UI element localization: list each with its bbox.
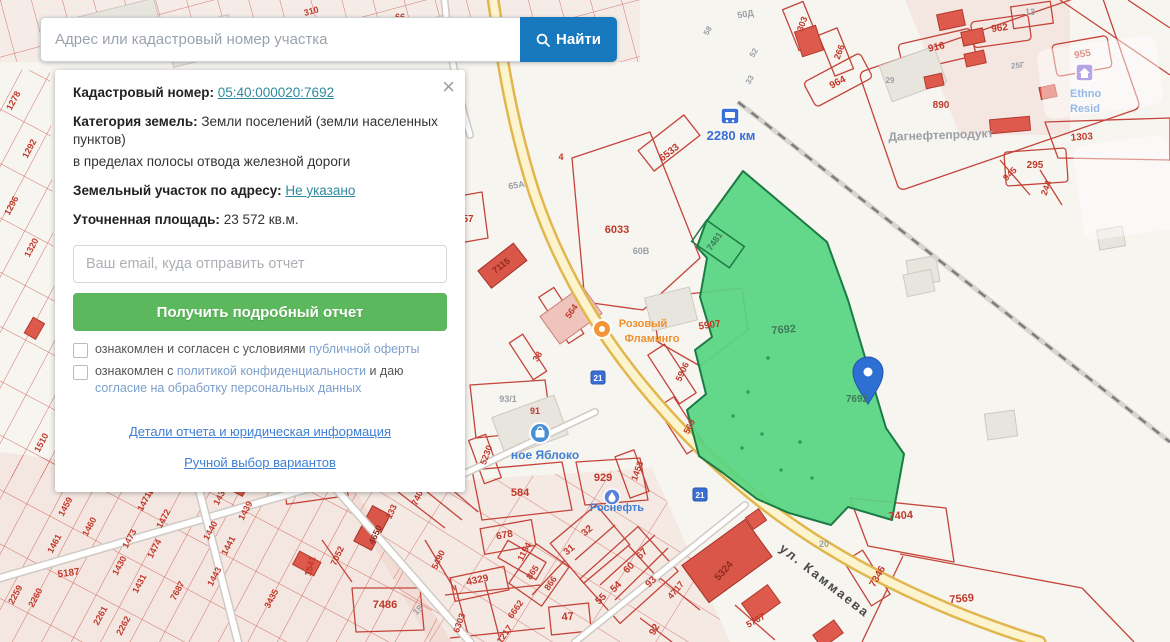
area-value: 23 572 кв.м. — [224, 212, 299, 227]
road-shield: 21 — [591, 371, 605, 384]
parcel-label: 4 — [558, 152, 563, 162]
privacy-policy-link[interactable]: политикой конфиденциальности — [177, 364, 366, 378]
watermark — [1072, 134, 1170, 241]
search-button[interactable]: Найти — [520, 17, 617, 62]
poi-label-rosneft: Роснефть — [590, 502, 644, 514]
parcel-label: 6033 — [605, 224, 629, 236]
cadastral-number-link[interactable]: 05:40:000020:7692 — [218, 85, 334, 100]
address-row: Земельный участок по адресу: Не указано — [73, 182, 447, 200]
area-label: Уточненная площадь: — [73, 212, 220, 227]
offer-consent-row: ознакомлен и согласен с условиями публич… — [73, 341, 447, 359]
address-label: Земельный участок по адресу: — [73, 183, 282, 198]
parcel-label: 13 — [1025, 7, 1035, 17]
search-input[interactable] — [40, 17, 520, 62]
email-input[interactable] — [73, 245, 447, 283]
close-icon[interactable]: × — [442, 76, 455, 98]
search-icon — [536, 33, 550, 47]
address-value-link[interactable]: Не указано — [285, 183, 355, 198]
area-row: Уточненная площадь: 23 572 кв.м. — [73, 211, 447, 229]
railway-station-icon — [721, 108, 739, 124]
personal-data-link[interactable]: согласие на обработку персональных данны… — [95, 381, 361, 395]
parcel-label: 929 — [594, 472, 612, 484]
cadastral-map-app: { "search": { "placeholder": "Адрес или … — [0, 0, 1170, 642]
parcel-label: 25Г — [1011, 60, 1026, 70]
svg-text:21: 21 — [696, 491, 705, 500]
parcel-label: 20 — [819, 539, 829, 549]
parcel-label: 60В — [633, 246, 650, 256]
parcel-label: 890 — [933, 100, 950, 111]
cadastral-number-label: Кадастровый номер: — [73, 85, 214, 100]
parcel-label: 7569 — [949, 592, 974, 606]
parcel-label: 295 — [1027, 160, 1044, 171]
public-offer-link[interactable]: публичной оферты — [309, 342, 419, 356]
cadastral-number-row: Кадастровый номер: 05:40:000020:7692 — [73, 84, 447, 102]
railway-km-label: 2280 км — [707, 128, 756, 143]
parcel-label: 93/1 — [499, 394, 517, 404]
shop-yabloko-icon[interactable] — [530, 423, 550, 443]
parcel-label: 7692 — [846, 394, 869, 405]
privacy-consent-row: ознакомлен с политикой конфиденциальност… — [73, 363, 447, 398]
parcel-label: 91 — [530, 406, 540, 416]
parcel-info-panel: × Кадастровый номер: 05:40:000020:7692 К… — [55, 70, 465, 492]
parcel-label: 29 — [886, 76, 895, 85]
poi-label-flamingo-1: Розовый — [619, 318, 667, 330]
search-button-label: Найти — [556, 31, 601, 48]
land-category-note: в пределах полосы отвода железной дороги — [73, 153, 447, 171]
privacy-consent-text: ознакомлен с политикой конфиденциальност… — [95, 363, 447, 398]
land-category-label: Категория земель: — [73, 114, 198, 129]
manual-select-row: Ручной выбор вариантов — [73, 455, 447, 470]
parcel-label: 47 — [561, 611, 574, 624]
get-report-button[interactable]: Получить подробный отчет — [73, 293, 447, 331]
manual-select-link[interactable]: Ручной выбор вариантов — [184, 455, 336, 470]
poi-label-yabloko: ное Яблоко — [511, 448, 579, 462]
parcel-label: 1303 — [1070, 131, 1093, 144]
search-bar: Найти — [40, 17, 617, 62]
parcel-label: 584 — [511, 487, 530, 499]
offer-consent-checkbox[interactable] — [73, 343, 88, 358]
svg-text:21: 21 — [594, 374, 603, 383]
flamingo-poi-icon[interactable] — [593, 320, 611, 338]
report-details-link[interactable]: Детали отчета и юридическая информация — [129, 424, 391, 439]
report-details-row: Детали отчета и юридическая информация — [73, 424, 447, 439]
land-category-row: Категория земель: Земли поселений (земли… — [73, 113, 447, 149]
poi-label-flamingo-2: Фламинго — [625, 333, 680, 345]
offer-consent-text: ознакомлен и согласен с условиями публич… — [95, 341, 419, 359]
privacy-consent-checkbox[interactable] — [73, 365, 88, 380]
road-shield: 21 — [693, 488, 707, 501]
parcel-label: 7486 — [373, 599, 397, 611]
parcel-label: 7404 — [888, 509, 914, 523]
selected-parcel-label: 7692 — [771, 323, 796, 337]
